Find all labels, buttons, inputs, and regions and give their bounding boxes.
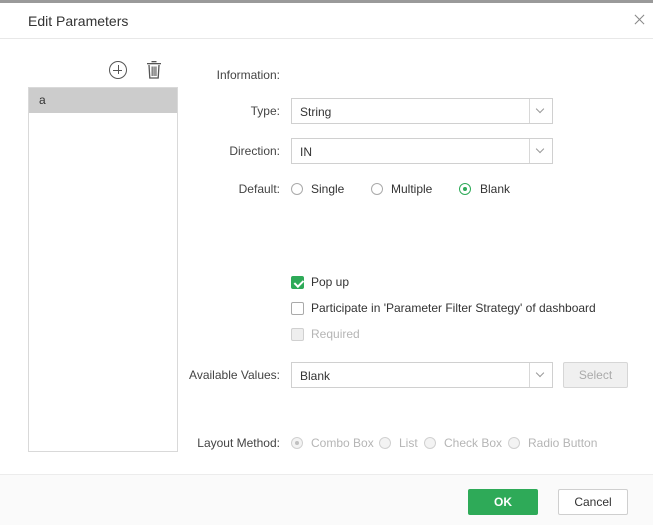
available-values-label: Available Values: <box>189 368 280 382</box>
chevron-down-icon[interactable] <box>529 363 552 387</box>
default-label: Default: <box>238 182 280 196</box>
type-select[interactable]: String <box>291 98 553 124</box>
direction-select-value: IN <box>300 145 312 159</box>
dialog-title: Edit Parameters <box>28 13 129 29</box>
layout-combo-box-radio[interactable] <box>291 437 303 449</box>
select-values-button[interactable]: Select <box>563 362 628 388</box>
default-single-radio[interactable] <box>291 183 303 195</box>
close-icon[interactable] <box>632 12 648 28</box>
participate-filter-strategy-label: Participate in 'Parameter Filter Strateg… <box>311 301 596 315</box>
chevron-down-icon[interactable] <box>529 139 552 163</box>
layout-radio-button-label: Radio Button <box>528 436 598 450</box>
layout-check-box-radio[interactable] <box>424 437 436 449</box>
available-values-select-value: Blank <box>300 369 331 383</box>
type-select-value: String <box>300 105 332 119</box>
available-values-select[interactable]: Blank <box>291 362 553 388</box>
information-label: Information: <box>216 68 280 82</box>
type-label: Type: <box>250 104 280 118</box>
popup-label: Pop up <box>311 275 350 289</box>
default-multiple-label: Multiple <box>391 182 433 196</box>
layout-combo-box-label: Combo Box <box>311 436 374 450</box>
layout-list-label: List <box>399 436 418 450</box>
popup-checkbox[interactable] <box>291 276 304 289</box>
direction-label: Direction: <box>229 144 280 158</box>
default-multiple-radio[interactable] <box>371 183 383 195</box>
default-blank-label: Blank <box>480 182 511 196</box>
layout-check-box-label: Check Box <box>444 436 503 450</box>
default-blank-radio[interactable] <box>459 183 471 195</box>
dialog-header: Edit Parameters <box>0 3 653 39</box>
ok-button[interactable]: OK <box>468 489 538 515</box>
required-label: Required <box>311 327 360 341</box>
chevron-down-icon[interactable] <box>529 99 552 123</box>
dialog-footer <box>0 474 653 525</box>
required-checkbox[interactable] <box>291 328 304 341</box>
parameter-list: a <box>28 87 178 452</box>
layout-list-radio[interactable] <box>379 437 391 449</box>
cancel-button[interactable]: Cancel <box>558 489 628 515</box>
direction-select[interactable]: IN <box>291 138 553 164</box>
layout-method-label: Layout Method: <box>197 436 280 450</box>
default-single-label: Single <box>311 182 345 196</box>
edit-parameters-dialog: Edit Parameters a Information: Type: Str… <box>0 0 653 525</box>
layout-radio-button-radio[interactable] <box>508 437 520 449</box>
participate-filter-strategy-checkbox[interactable] <box>291 302 304 315</box>
